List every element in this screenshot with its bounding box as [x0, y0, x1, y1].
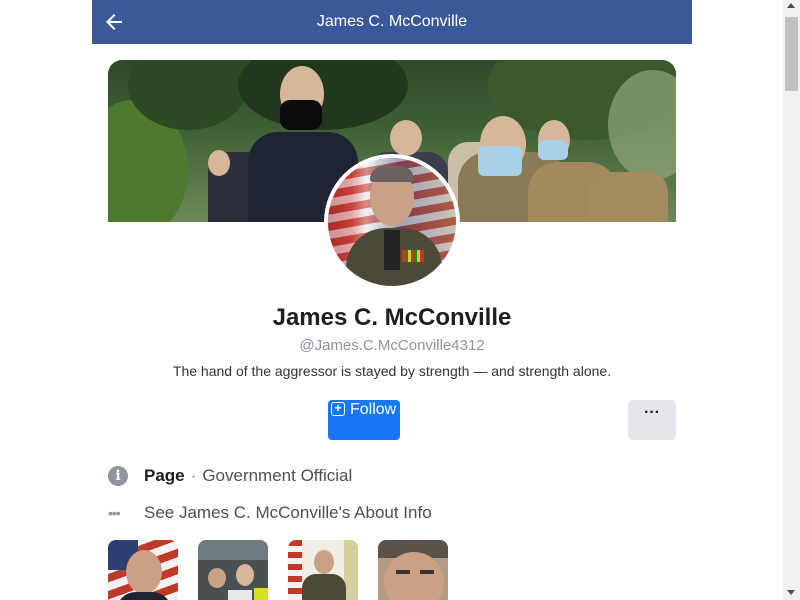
top-bar-title: James C. McConville — [316, 13, 468, 30]
separator: · — [190, 466, 197, 485]
more-options-button[interactable]: ··· — [628, 400, 676, 440]
page-category: Government Official — [202, 466, 353, 485]
profile-picture[interactable] — [324, 154, 460, 290]
photo-thumbnail-4[interactable] — [378, 540, 448, 600]
ellipsis-icon: ••• — [108, 505, 121, 521]
page-type-label: Page — [144, 466, 185, 485]
photo-thumbnail-2[interactable] — [198, 540, 268, 600]
about-info-row[interactable]: ••• See James C. McConville's About Info — [108, 503, 432, 523]
follow-button[interactable]: + Follow — [328, 400, 400, 440]
vertical-scrollbar[interactable] — [783, 0, 800, 600]
follow-label: Follow — [350, 401, 397, 418]
info-icon: i — [108, 466, 128, 486]
about-info-link[interactable]: See James C. McConville's About Info — [144, 503, 432, 523]
back-arrow-icon[interactable] — [102, 10, 126, 34]
profile-bio: The hand of the aggressor is stayed by s… — [172, 363, 612, 379]
profile-handle: @James.C.McConville4312 — [299, 337, 485, 354]
profile-page: James C. McConville James C. McConville … — [0, 0, 800, 600]
more-dots-icon: ··· — [644, 404, 660, 421]
scrollbar-thumb[interactable] — [785, 17, 798, 91]
scroll-down-arrow-icon[interactable] — [787, 590, 795, 595]
page-category-row: i Page · Government Official — [108, 466, 352, 486]
photo-thumbnail-3[interactable] — [288, 540, 358, 600]
top-app-bar: James C. McConville — [92, 0, 692, 44]
add-follow-icon: + — [331, 402, 345, 416]
scroll-up-arrow-icon[interactable] — [787, 3, 795, 8]
photo-thumbnail-1[interactable] — [108, 540, 178, 600]
profile-name: James C. McConville — [272, 304, 512, 331]
